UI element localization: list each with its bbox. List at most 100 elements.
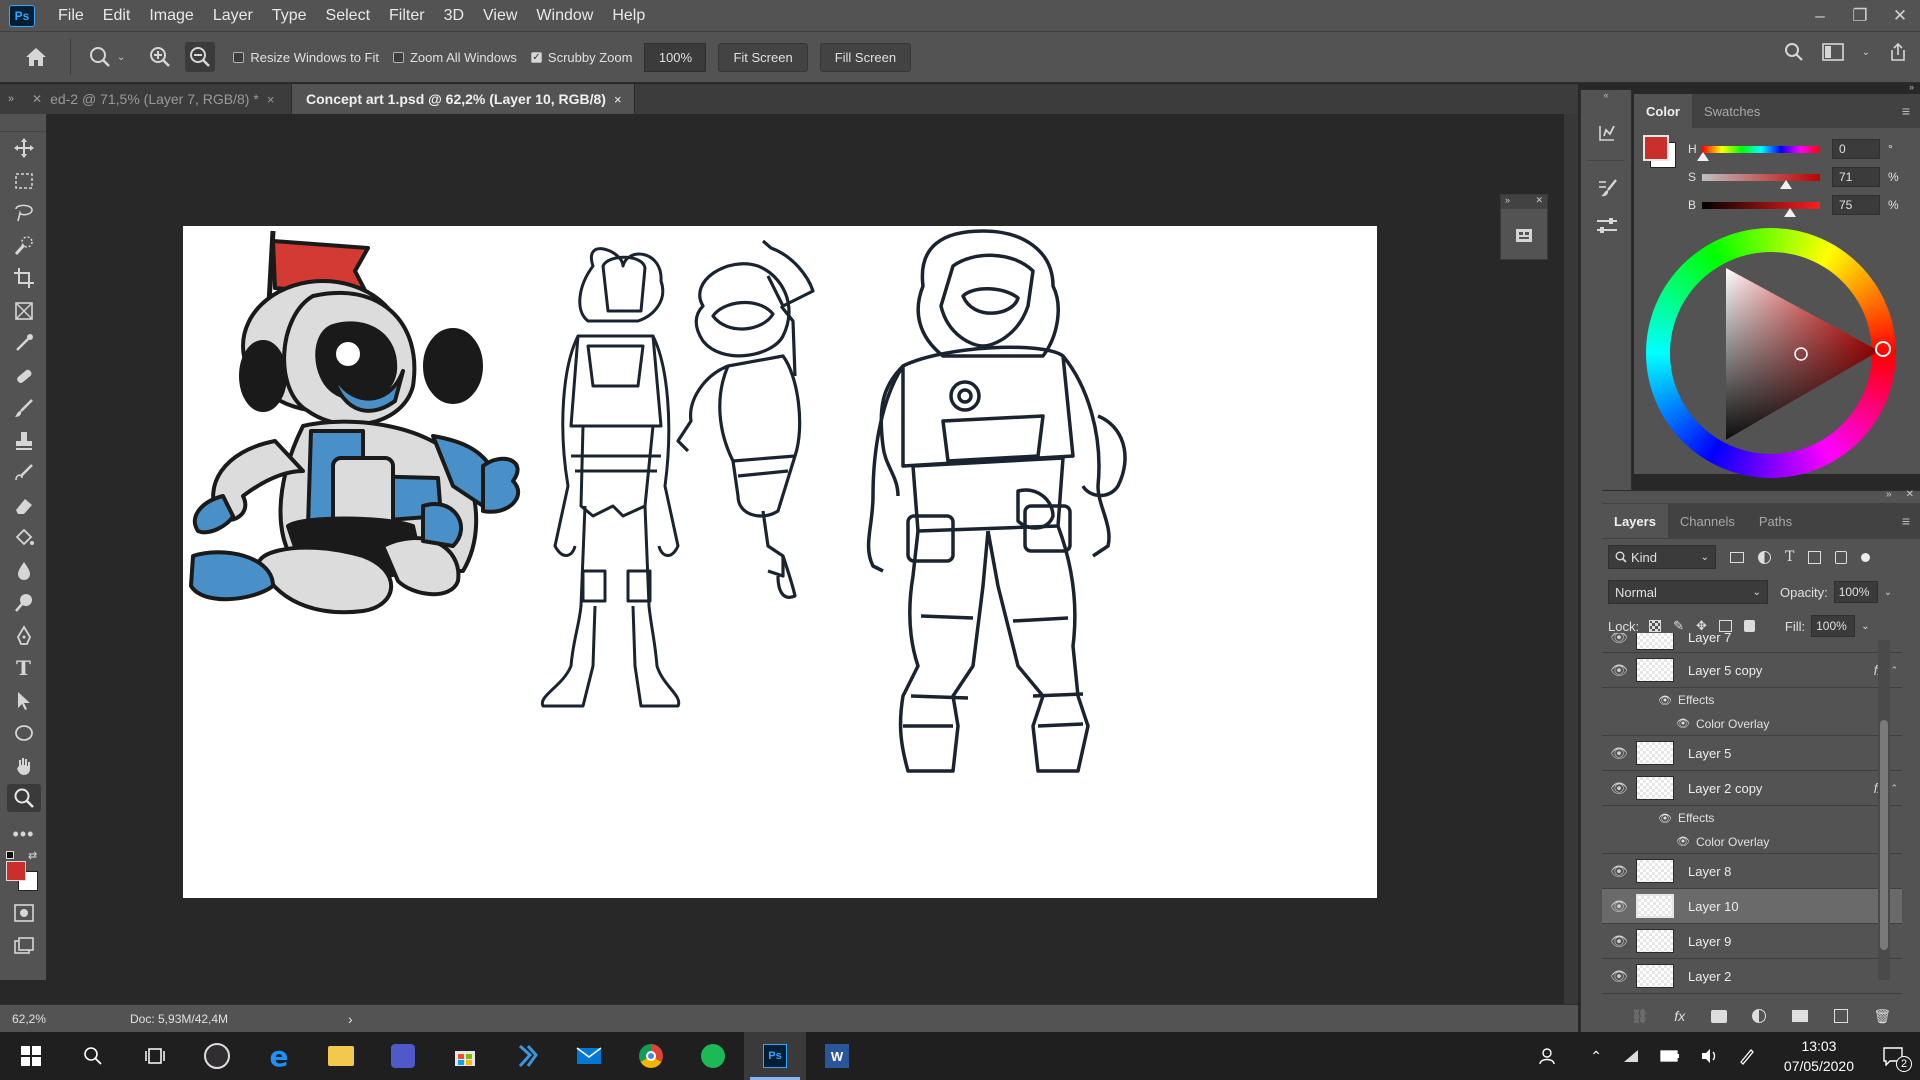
blur-tool-icon[interactable] [0, 555, 47, 588]
lock-pixels-icon[interactable]: ✎ [1673, 618, 1684, 634]
lock-transparent-icon[interactable] [1649, 620, 1662, 632]
blend-mode-select[interactable]: Normal ⌄ [1608, 580, 1768, 604]
restore-button[interactable]: ❐ [1840, 0, 1880, 31]
tab-paths[interactable]: Paths [1747, 504, 1804, 538]
filter-pixel-icon[interactable] [1730, 551, 1744, 563]
share-icon[interactable] [1888, 42, 1908, 62]
menu-layer[interactable]: Layer [213, 7, 253, 25]
canvas-workspace[interactable] [48, 114, 1576, 1004]
menu-image[interactable]: Image [149, 7, 193, 25]
new-group-icon[interactable] [1792, 1010, 1809, 1022]
hand-tool-icon[interactable] [0, 750, 47, 783]
filter-adjustment-icon[interactable] [1758, 550, 1771, 564]
windows-start-icon[interactable] [0, 1032, 62, 1080]
layer-row-layer-7[interactable]: 👁 Layer 7 [1602, 633, 1902, 653]
color-triangle[interactable] [1646, 228, 1896, 478]
brightness-thumb[interactable] [1784, 207, 1796, 217]
opacity-field[interactable]: 100% [1833, 581, 1878, 603]
chevron-down-icon[interactable]: ⌄ [1884, 587, 1892, 598]
panel-foreground-swatch[interactable] [1643, 135, 1669, 161]
teams-icon[interactable] [372, 1032, 434, 1080]
search-icon[interactable] [62, 1032, 124, 1080]
swap-colors-icon[interactable]: ⇄ [28, 849, 37, 862]
panel-menu-icon[interactable]: ≡ [1902, 513, 1910, 529]
layer-row-layer-8[interactable]: 👁 Layer 8 [1602, 854, 1902, 889]
resize-windows-checkbox[interactable]: Resize Windows to Fit [233, 50, 379, 65]
pen-workspace-icon[interactable] [1738, 1047, 1756, 1065]
layer-row-layer-9[interactable]: 👁 Layer 9 [1602, 924, 1902, 959]
visibility-eye-icon[interactable]: 👁 [1602, 898, 1636, 915]
chevron-up-icon[interactable]: ⌃ [1590, 1048, 1602, 1065]
crop-tool-icon[interactable] [0, 262, 47, 295]
saturation-thumb[interactable] [1780, 179, 1792, 189]
marquee-tool-icon[interactable] [0, 165, 47, 198]
type-tool-icon[interactable]: T [0, 652, 47, 685]
clock[interactable]: 13:03 07/05/2020 [1784, 1036, 1854, 1076]
visibility-eye-icon[interactable]: 👁 [1676, 717, 1690, 730]
tab-swatches[interactable]: Swatches [1692, 94, 1772, 128]
visibility-eye-icon[interactable]: 👁 [1602, 933, 1636, 950]
visibility-eye-icon[interactable]: 👁 [1602, 633, 1636, 646]
filter-toggle-icon[interactable] [1861, 552, 1871, 562]
history-brush-tool-icon[interactable] [0, 457, 47, 490]
task-view-icon[interactable] [124, 1032, 186, 1080]
effect-row[interactable]: 👁 Color Overlay [1602, 830, 1902, 854]
eyedropper-tool-icon[interactable] [0, 327, 47, 360]
zoom-all-windows-checkbox[interactable]: Zoom All Windows [392, 50, 517, 65]
add-mask-icon[interactable] [1710, 1009, 1727, 1023]
visual-studio-icon[interactable] [496, 1032, 558, 1080]
zoom-in-icon[interactable] [149, 46, 171, 68]
tab-channels[interactable]: Channels [1668, 504, 1747, 538]
notifications-icon[interactable]: 2 [1882, 1046, 1912, 1072]
layer-row-layer-5[interactable]: 👁 Layer 5 [1602, 736, 1902, 771]
visibility-eye-icon[interactable]: 👁 [1658, 694, 1672, 707]
chevron-up-icon[interactable]: ⌃ [1890, 783, 1898, 794]
foreground-color-swatch[interactable] [6, 861, 26, 881]
color-wheel[interactable] [1646, 228, 1896, 478]
menu-edit[interactable]: Edit [103, 7, 131, 25]
search-icon[interactable] [1784, 42, 1804, 62]
visibility-eye-icon[interactable]: 👁 [1602, 745, 1636, 762]
panel-menu-icon[interactable]: ≡ [1902, 103, 1910, 119]
tab-concept-art[interactable]: Concept art 1.psd @ 62,2% (Layer 10, RGB… [292, 84, 635, 114]
toolbar-grip[interactable] [0, 114, 46, 132]
close-icon[interactable]: ✕ [32, 92, 42, 106]
zoom-out-icon[interactable] [185, 42, 216, 72]
fx-icon[interactable]: fx [1674, 1008, 1685, 1024]
screen-mode-icon[interactable] [0, 930, 47, 963]
visibility-eye-icon[interactable]: 👁 [1602, 662, 1636, 679]
default-colors-icon[interactable] [6, 851, 14, 859]
visibility-eye-icon[interactable]: 👁 [1602, 780, 1636, 797]
menu-filter[interactable]: Filter [389, 7, 425, 25]
hue-value[interactable]: 0 [1832, 139, 1880, 159]
word-icon[interactable]: W [806, 1032, 868, 1080]
collapse-tabs-icon[interactable]: » [0, 84, 22, 114]
saturation-value[interactable]: 71 [1832, 167, 1880, 187]
effects-row[interactable]: 👁 Effects [1602, 688, 1902, 712]
close-icon[interactable]: × [267, 92, 275, 107]
clone-stamp-tool-icon[interactable] [0, 425, 47, 458]
brightness-slider[interactable] [1702, 201, 1820, 217]
close-icon[interactable]: × [614, 92, 622, 107]
dodge-tool-icon[interactable] [0, 587, 47, 620]
brush-tool-icon[interactable] [0, 392, 47, 425]
zoom-tool-icon[interactable] [0, 782, 47, 815]
quick-select-tool-icon[interactable] [0, 230, 47, 263]
saturation-slider[interactable] [1702, 173, 1820, 189]
layers-scrollbar[interactable] [1878, 640, 1890, 980]
menu-type[interactable]: Type [272, 7, 307, 25]
delete-layer-icon[interactable]: 🗑 [1873, 1008, 1891, 1025]
chevron-down-icon[interactable]: ⌄ [1861, 621, 1869, 632]
layer-row-layer-10[interactable]: 👁 Layer 10 [1602, 889, 1902, 924]
filter-smart-object-icon[interactable] [1835, 550, 1848, 564]
spotify-icon[interactable] [682, 1032, 744, 1080]
people-icon[interactable] [1538, 1047, 1556, 1065]
photoshop-taskbar-icon[interactable]: Ps [744, 1032, 806, 1080]
store-icon[interactable] [434, 1032, 496, 1080]
volume-icon[interactable] [1700, 1048, 1718, 1064]
zoom-percent-field[interactable]: 100% [644, 42, 707, 72]
new-layer-icon[interactable] [1833, 1009, 1848, 1023]
zoom-tool-preset-icon[interactable]: ⌄ [89, 46, 125, 68]
brush-presets-icon[interactable] [1581, 169, 1633, 207]
layer-row-layer-2-copy[interactable]: 👁 Layer 2 copy fx ⌃ [1602, 771, 1902, 806]
